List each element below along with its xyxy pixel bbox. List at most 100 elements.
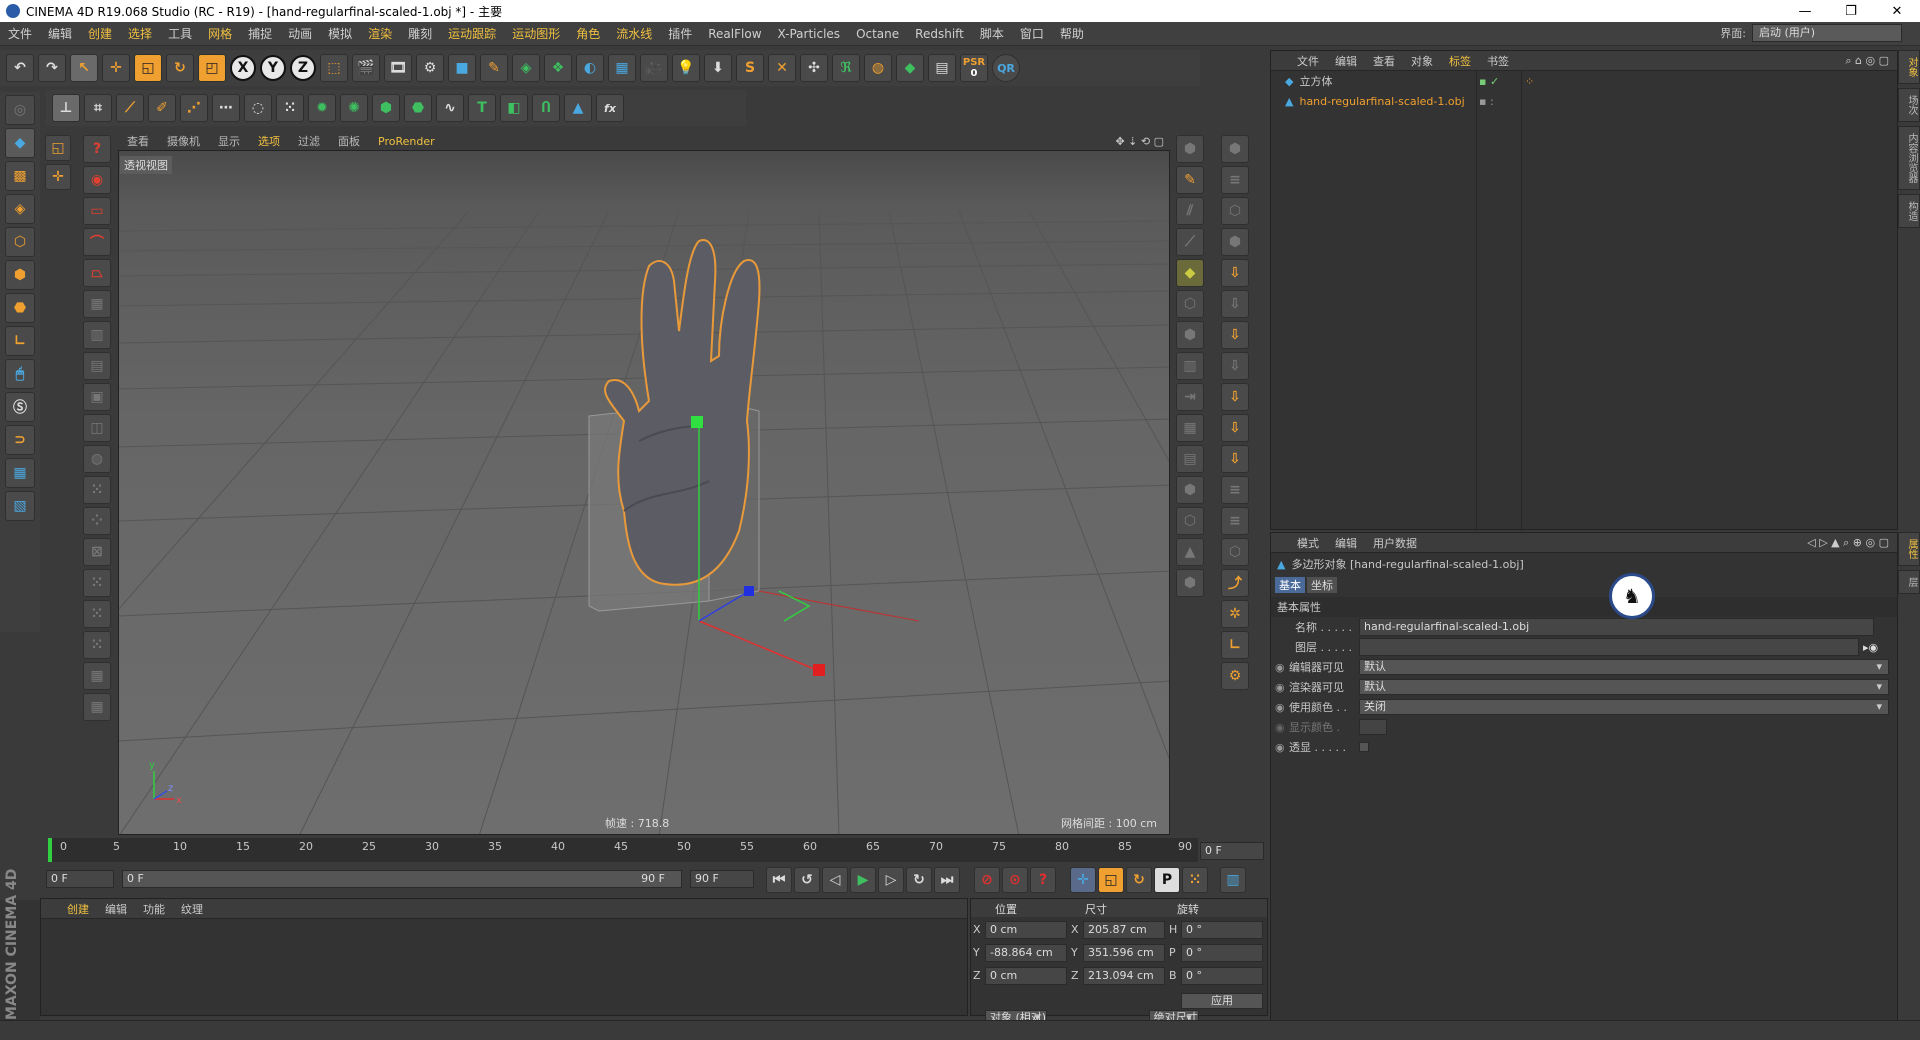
size-y-field[interactable]: 351.596 cm [1083,944,1165,962]
render-view-icon[interactable]: 🎬 [352,54,380,82]
menu-mesh[interactable]: 网格 [200,25,240,42]
cone-icon[interactable]: ▲ [564,94,592,122]
rot-h-field[interactable]: 0 ° [1181,921,1263,939]
tool-b7-icon[interactable]: ⇩ [1221,321,1249,349]
tool-a2-icon[interactable]: ✎ [1176,166,1204,194]
menu-plugins[interactable]: 插件 [660,25,700,42]
end-frame-field[interactable]: 90 F [690,870,754,888]
tool-b10-icon[interactable]: ⇩ [1221,414,1249,442]
loop-selection-icon[interactable]: ◌ [244,94,272,122]
menu-help[interactable]: 帮助 [1052,25,1092,42]
timeline-ruler[interactable]: 0 5 10 15 20 25 30 35 40 45 50 55 60 65 … [48,838,1198,862]
tool-b16-icon[interactable]: ✲ [1221,600,1249,628]
model-mode-icon[interactable]: ◆ [5,128,35,158]
obj-menu-edit[interactable]: 编辑 [1327,53,1365,69]
menu-redshift[interactable]: Redshift [907,27,972,41]
menu-pipeline[interactable]: 流水线 [608,25,660,42]
tool-a3-icon[interactable]: ⫽ [1176,197,1204,225]
obj-menu-file[interactable]: 文件 [1289,53,1327,69]
tool-b3-icon[interactable]: ⬡ [1221,197,1249,225]
pen-icon[interactable]: ✎ [480,54,508,82]
menu-realflow[interactable]: RealFlow [700,27,769,41]
dock-tab-structure[interactable]: 构造 [1898,194,1920,228]
z-axis-lock-button[interactable]: Z [290,55,316,81]
grid-h-icon[interactable]: ▦ [83,693,111,721]
tool-b12-icon[interactable]: ≡ [1221,476,1249,504]
start-frame-field[interactable]: 0 F [46,870,114,888]
material-menu-edit[interactable]: 编辑 [97,901,135,917]
tool-b11-icon[interactable]: ⇩ [1221,445,1249,473]
graph-icon[interactable]: ▤ [928,54,956,82]
tool-b2-icon[interactable]: ≡ [1221,166,1249,194]
dock-tab-takes[interactable]: 场次 [1898,88,1920,122]
move-small-icon[interactable]: ✛ [45,164,71,190]
grid-a-icon[interactable]: ⁙ [83,476,111,504]
lasso-icon[interactable]: ⌒ [83,228,111,256]
brush-b-icon[interactable]: ▥ [83,321,111,349]
cube-visibility-icon[interactable]: ▪ ✓ [1479,75,1499,88]
use-color-select[interactable]: 关闭 [1359,699,1889,715]
tool-a6-icon[interactable]: ⬡ [1176,290,1204,318]
display-color-swatch[interactable] [1359,719,1387,735]
light-icon[interactable]: 💡 [672,54,700,82]
realflow-icon[interactable]: ℜ [832,54,860,82]
tool-a12-icon[interactable]: ⬢ [1176,476,1204,504]
text-tool-button[interactable]: T [468,94,496,122]
menu-simulate[interactable]: 模拟 [320,25,360,42]
viewport-nav-icons[interactable]: ✥ ⇣ ⟲ ▢ [1115,135,1170,148]
material-menu-texture[interactable]: 纹理 [173,901,211,917]
tool-b5-icon[interactable]: ⇩ [1221,259,1249,287]
diamond-plugin-icon[interactable]: ◆ [896,54,924,82]
play-icon[interactable]: ▶ [850,867,876,893]
key-rotation-icon[interactable]: ↻ [1126,867,1152,893]
dock-tab-attributes[interactable]: 属性 [1898,532,1920,566]
undo-button[interactable]: ↶ [6,54,34,82]
edges-mode-icon[interactable]: ⬢ [5,260,35,290]
editor-visible-anim-icon[interactable]: ◉ [1275,661,1289,674]
emitter-icon[interactable]: ✣ [800,54,828,82]
recent-tool-icon[interactable]: ◰ [198,54,226,82]
brush-a-icon[interactable]: ▦ [83,290,111,318]
size-z-field[interactable]: 213.094 cm [1083,967,1165,985]
grid-f-icon[interactable]: ⁙ [83,631,111,659]
key-param-icon[interactable]: P [1154,867,1180,893]
grid-b-icon[interactable]: ⁘ [83,507,111,535]
render-visible-anim-icon[interactable]: ◉ [1275,681,1289,694]
menu-file[interactable]: 文件 [0,25,40,42]
prev-frame-icon[interactable]: ◁ [822,867,848,893]
tab-coordinates[interactable]: 坐标 [1307,577,1337,593]
grid-points-icon[interactable]: ⁙ [276,94,304,122]
layer-pick-icon[interactable]: ▸◉ [1863,641,1878,654]
tool-b15-icon[interactable]: ⤴ [1221,569,1249,597]
scale-small-icon[interactable]: ◱ [45,135,71,161]
tweak-mode-icon[interactable]: 🖱 [5,359,35,389]
size-x-field[interactable]: 205.87 cm [1083,921,1165,939]
render-picture-viewer-icon[interactable]: 🎞 [384,54,412,82]
use-color-anim-icon[interactable]: ◉ [1275,701,1289,714]
tool-b14-icon[interactable]: ⬡ [1221,538,1249,566]
menu-select[interactable]: 选择 [120,25,160,42]
grid-g-icon[interactable]: ▦ [83,662,111,690]
layout-select[interactable]: 启动 (用户) [1752,24,1902,42]
pos-y-field[interactable]: -88.864 cm [985,944,1067,962]
tool-b8-icon[interactable]: ⇩ [1221,352,1249,380]
brush-d-icon[interactable]: ▣ [83,383,111,411]
floor-icon[interactable]: ▦ [608,54,636,82]
menu-snap[interactable]: 捕捉 [240,25,280,42]
cube-icon[interactable]: ■ [448,54,476,82]
menu-character[interactable]: 角色 [568,25,608,42]
dock-tab-content-browser[interactable]: 内容浏览器 [1898,126,1920,190]
tool-a11-icon[interactable]: ▤ [1176,445,1204,473]
grid-e-icon[interactable]: ⁙ [83,600,111,628]
cube-tag-icon[interactable]: ⁘ [1525,75,1534,88]
xparticles-icon[interactable]: ✕ [768,54,796,82]
polygons-mode-icon[interactable]: ⬣ [5,293,35,323]
scale-icon[interactable]: ◱ [134,54,162,82]
attr-menu-userdata[interactable]: 用户数据 [1365,535,1425,551]
restore-button[interactable]: ❐ [1828,0,1874,22]
attr-menu-edit[interactable]: 编辑 [1327,535,1365,551]
rot-b-field[interactable]: 0 ° [1181,967,1263,985]
rect-selection-icon[interactable]: ▭ [83,197,111,225]
menu-animate[interactable]: 动画 [280,25,320,42]
brush-c-icon[interactable]: ▤ [83,352,111,380]
